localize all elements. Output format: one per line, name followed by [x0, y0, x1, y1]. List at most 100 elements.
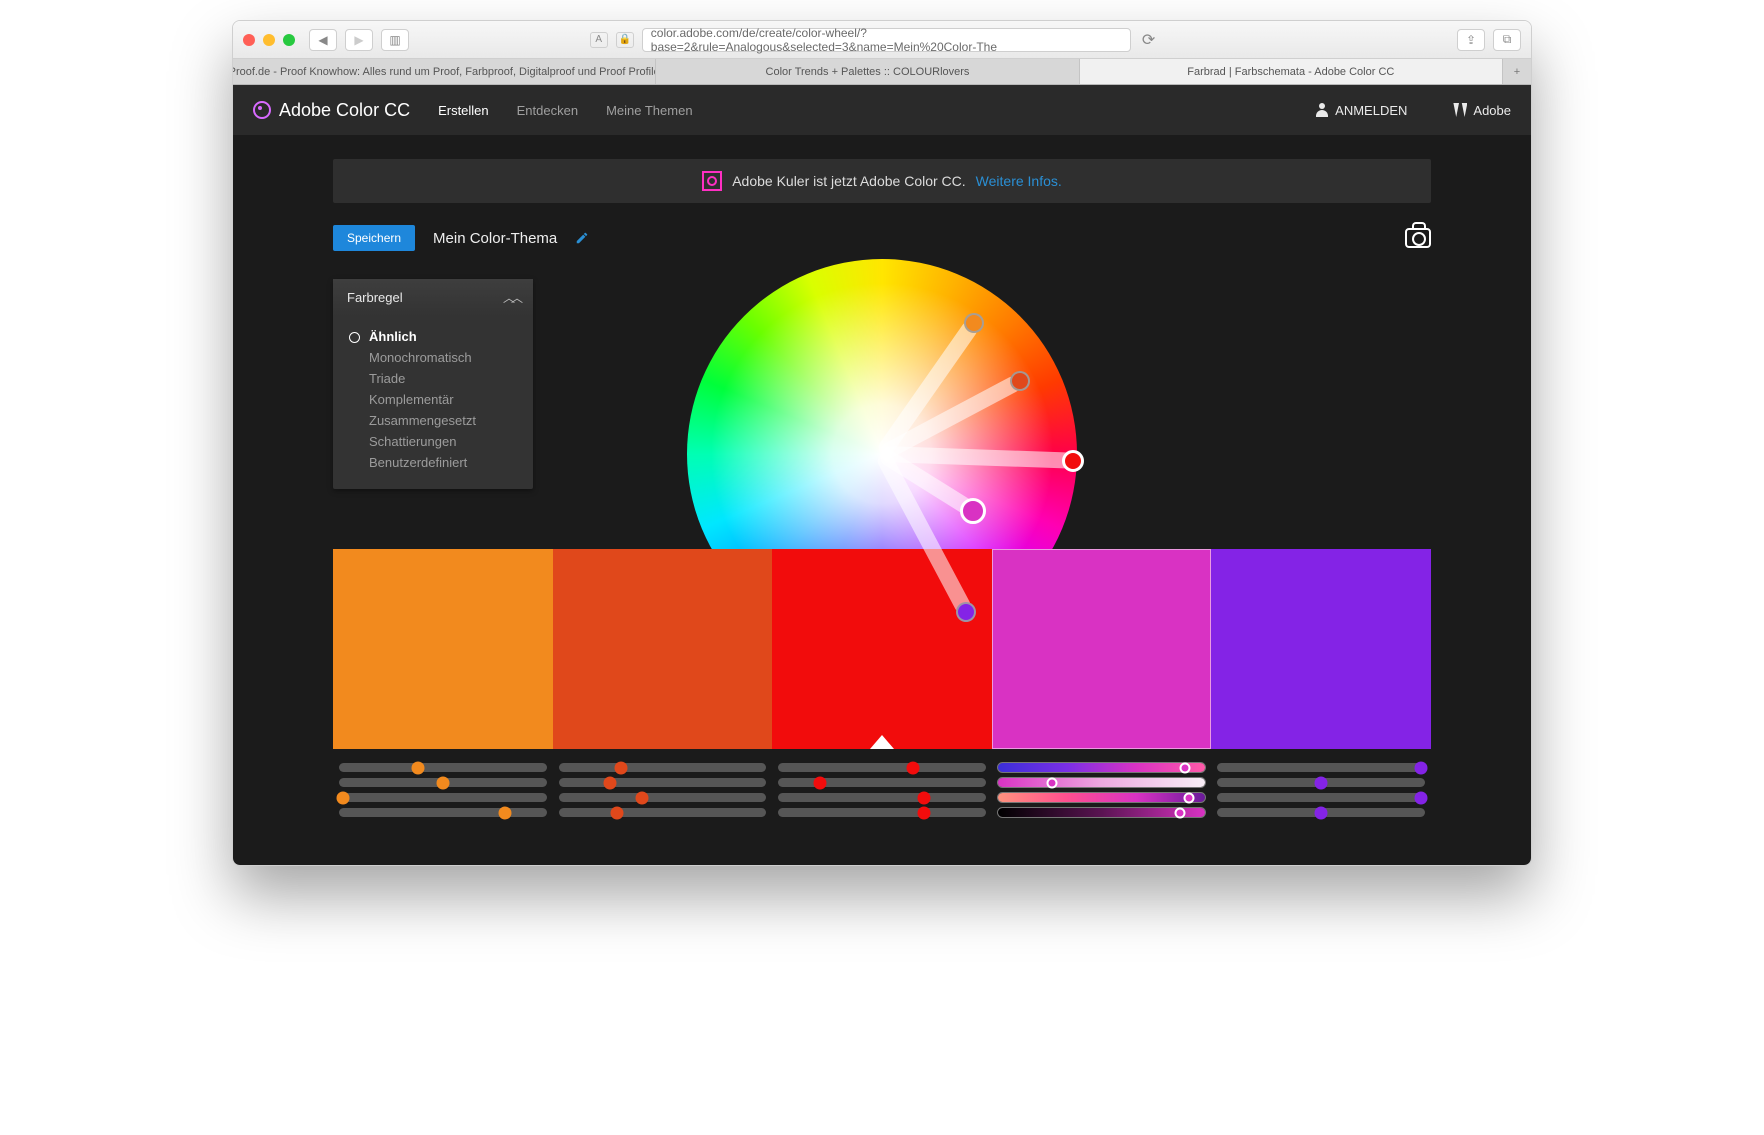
- reader-button[interactable]: A: [590, 32, 608, 48]
- swatch[interactable]: [772, 549, 992, 749]
- slider-track[interactable]: [559, 763, 767, 772]
- slider-track[interactable]: [559, 793, 767, 802]
- wheel-marker[interactable]: [960, 498, 986, 524]
- rule-item[interactable]: Triade: [349, 368, 517, 389]
- slider-track[interactable]: [1217, 793, 1425, 802]
- wheel-marker[interactable]: [1062, 450, 1084, 472]
- swatch[interactable]: [553, 549, 773, 749]
- slider-track[interactable]: [1217, 808, 1425, 817]
- slider-track[interactable]: [339, 763, 547, 772]
- slider-thumb[interactable]: [1315, 806, 1328, 819]
- zoom-window-button[interactable]: [283, 34, 295, 46]
- page-content: Adobe Color CC Erstellen Entdecken Meine…: [233, 85, 1531, 865]
- slider-thumb[interactable]: [1046, 777, 1057, 788]
- slider-thumb[interactable]: [614, 761, 627, 774]
- forward-button[interactable]: ▶: [345, 29, 373, 51]
- slider-thumb[interactable]: [1183, 792, 1194, 803]
- rule-item[interactable]: Zusammengesetzt: [349, 410, 517, 431]
- slider-cell: [553, 763, 773, 772]
- slider-cell: [1211, 808, 1431, 817]
- slider-track[interactable]: [998, 763, 1206, 772]
- brand-text: Adobe Color CC: [279, 100, 410, 121]
- nav-meinethemen[interactable]: Meine Themen: [606, 103, 692, 118]
- slider-thumb[interactable]: [499, 806, 512, 819]
- save-button[interactable]: Speichern: [333, 225, 415, 251]
- share-button[interactable]: ⇪: [1457, 29, 1485, 51]
- slider-thumb[interactable]: [337, 791, 350, 804]
- banner-text: Adobe Kuler ist jetzt Adobe Color CC.: [732, 173, 965, 189]
- rule-item[interactable]: Schattierungen: [349, 431, 517, 452]
- address-bar[interactable]: color.adobe.com/de/create/color-wheel/?b…: [642, 28, 1131, 52]
- slider-thumb[interactable]: [1414, 761, 1427, 774]
- slider-thumb[interactable]: [813, 776, 826, 789]
- minimize-window-button[interactable]: [263, 34, 275, 46]
- wheel-marker[interactable]: [956, 602, 976, 622]
- slider-thumb[interactable]: [917, 791, 930, 804]
- rule-item[interactable]: Monochromatisch: [349, 347, 517, 368]
- slider-thumb[interactable]: [604, 776, 617, 789]
- slider-track[interactable]: [778, 808, 986, 817]
- slider-cell: [992, 778, 1212, 787]
- slider-track[interactable]: [778, 778, 986, 787]
- browser-tab[interactable]: Farbrad | Farbschemata - Adobe Color CC: [1080, 59, 1503, 84]
- rule-item[interactable]: Komplementär: [349, 389, 517, 410]
- slider-cell: [992, 763, 1212, 772]
- adobe-link[interactable]: Adobe: [1453, 103, 1511, 118]
- edit-name-button[interactable]: [575, 231, 589, 245]
- slider-track[interactable]: [1217, 763, 1425, 772]
- kuler-icon: [702, 171, 722, 191]
- sidebar-button[interactable]: ▥: [381, 29, 409, 51]
- browser-tab[interactable]: Color Trends + Palettes :: COLOURlovers: [656, 59, 1079, 84]
- slider-thumb[interactable]: [1414, 791, 1427, 804]
- slider-row: [333, 778, 1431, 787]
- panel-title: Farbregel: [347, 290, 403, 305]
- swatch[interactable]: [333, 549, 553, 749]
- slider-thumb[interactable]: [635, 791, 648, 804]
- wheel-marker[interactable]: [964, 313, 984, 333]
- slider-thumb[interactable]: [411, 761, 424, 774]
- panel-header[interactable]: Farbregel ︿︿: [333, 279, 533, 316]
- slider-cell: [333, 778, 553, 787]
- swatch[interactable]: [1211, 549, 1431, 749]
- nav-erstellen[interactable]: Erstellen: [438, 103, 489, 118]
- slider-thumb[interactable]: [1175, 807, 1186, 818]
- rule-item[interactable]: Ähnlich: [349, 326, 517, 347]
- slider-thumb[interactable]: [907, 761, 920, 774]
- slider-track[interactable]: [1217, 778, 1425, 787]
- slider-track[interactable]: [339, 808, 547, 817]
- slider-thumb[interactable]: [1315, 776, 1328, 789]
- slider-track[interactable]: [778, 763, 986, 772]
- banner-link[interactable]: Weitere Infos.: [976, 173, 1062, 189]
- browser-tab[interactable]: Proof.de - Proof Knowhow: Alles rund um …: [233, 59, 656, 84]
- camera-button[interactable]: [1405, 228, 1431, 248]
- close-window-button[interactable]: [243, 34, 255, 46]
- slider-track[interactable]: [339, 778, 547, 787]
- slider-track[interactable]: [778, 793, 986, 802]
- tabs-button[interactable]: ⧉: [1493, 29, 1521, 51]
- brand-icon: [253, 101, 271, 119]
- slider-track[interactable]: [559, 778, 767, 787]
- slider-thumb[interactable]: [917, 806, 930, 819]
- slider-track[interactable]: [998, 808, 1206, 817]
- traffic-lights: [243, 34, 295, 46]
- wheel-marker[interactable]: [1010, 371, 1030, 391]
- slider-track[interactable]: [339, 793, 547, 802]
- browser-window: ◀ ▶ ▥ A 🔒 color.adobe.com/de/create/colo…: [232, 20, 1532, 866]
- new-tab-button[interactable]: +: [1503, 59, 1531, 84]
- slider-cell: [992, 793, 1212, 802]
- rule-item[interactable]: Benutzerdefiniert: [349, 452, 517, 473]
- nav-entdecken[interactable]: Entdecken: [517, 103, 578, 118]
- slider-thumb[interactable]: [610, 806, 623, 819]
- slider-thumb[interactable]: [1179, 762, 1190, 773]
- slider-track[interactable]: [559, 808, 767, 817]
- brand[interactable]: Adobe Color CC: [253, 100, 410, 121]
- slider-cell: [553, 793, 773, 802]
- back-button[interactable]: ◀: [309, 29, 337, 51]
- reload-button[interactable]: ⟳: [1139, 30, 1159, 50]
- slider-row: [333, 793, 1431, 802]
- slider-track[interactable]: [998, 793, 1206, 802]
- slider-thumb[interactable]: [436, 776, 449, 789]
- slider-track[interactable]: [998, 778, 1206, 787]
- signin-link[interactable]: ANMELDEN: [1315, 103, 1407, 118]
- swatch[interactable]: [992, 549, 1212, 749]
